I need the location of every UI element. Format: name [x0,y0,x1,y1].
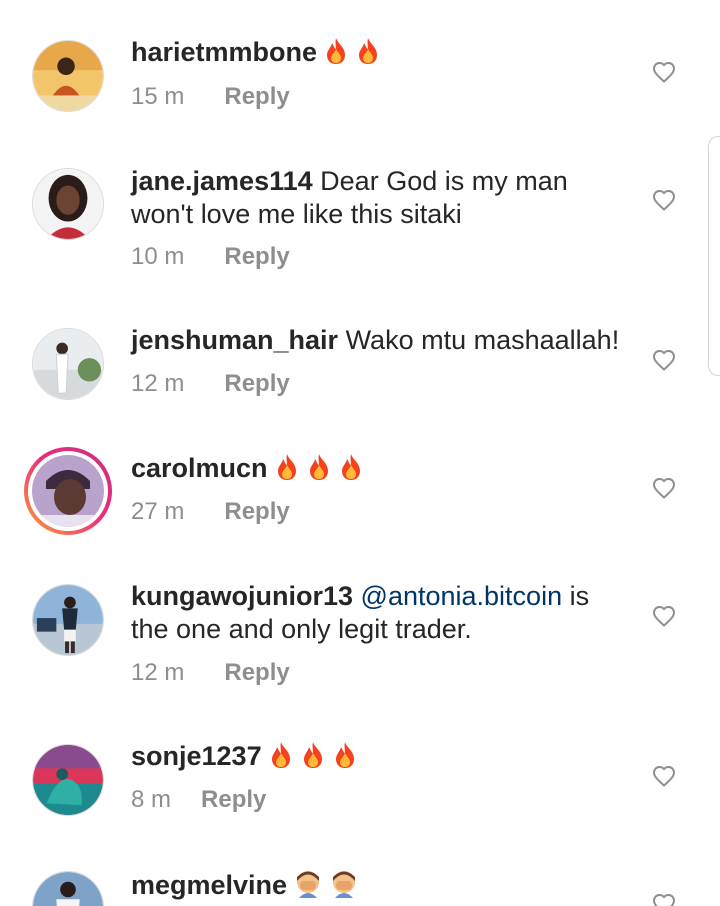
scroll-edge[interactable] [708,136,720,376]
comment-username[interactable]: jane.james114 [131,166,313,196]
heart-outline-icon[interactable] [652,349,676,371]
avatar-image [33,872,103,906]
avatar[interactable] [32,168,104,240]
fire-emoji [338,453,364,481]
avatar[interactable] [32,871,104,906]
comment-meta: 12 m Reply [131,370,290,398]
reply-button[interactable]: Reply [224,243,289,271]
avatar-image [33,169,103,239]
comment-body: megmelvine [131,868,621,902]
comment-time: 8 m [131,786,172,813]
fire-emoji [323,37,349,65]
face-palm-emoji [293,868,323,898]
avatar[interactable] [32,328,104,400]
fire-emoji [268,741,294,769]
fire-emoji [355,37,381,65]
avatar-image [33,41,103,111]
heart-outline-icon[interactable] [652,893,676,906]
fire-emoji [332,741,358,769]
comment-meta: 10 m Reply [131,243,290,271]
comment-username[interactable]: carolmucn [131,453,268,483]
heart-outline-icon[interactable] [652,189,676,211]
reply-button[interactable]: Reply [224,659,289,687]
comment-username[interactable]: jenshuman_hair [131,325,338,355]
comment-meta: 15 m Reply [131,83,290,111]
comment-username[interactable]: sonje1237 [131,741,262,771]
heart-outline-icon[interactable] [652,765,676,787]
reply-button[interactable]: Reply [224,498,289,526]
fire-emoji [300,741,326,769]
avatar-image [33,585,103,655]
avatar[interactable] [32,40,104,112]
heart-outline-icon[interactable] [652,61,676,83]
comment-meta: 12 m Reply [131,659,290,687]
reply-button[interactable]: Reply [201,786,266,814]
comments-screen: harietmmbone 15 m Reply jane.james114 Dea… [0,0,720,906]
fire-emoji [306,453,332,481]
reply-button[interactable]: Reply [224,370,289,398]
comment-meta: 27 m Reply [131,498,290,526]
fire-emoji [274,453,300,481]
face-palm-emoji [329,868,359,898]
avatar[interactable] [32,744,104,816]
comment-meta: 8 m Reply [131,786,266,814]
mention-link[interactable]: @antonia.bitcoin [361,581,563,611]
comment-text: Wako mtu mashaallah! [345,325,620,355]
comment-body: sonje1237 [131,740,621,773]
avatar[interactable] [32,584,104,656]
comment-time: 15 m [131,83,185,110]
comment-username[interactable]: kungawojunior13 [131,581,353,611]
comment-time: 10 m [131,243,185,270]
comment-time: 12 m [131,370,185,397]
reply-button[interactable]: Reply [224,83,289,111]
avatar-image [33,329,103,399]
avatar-image [33,745,103,815]
heart-outline-icon[interactable] [652,477,676,499]
avatar-image [28,451,108,531]
comment-time: 12 m [131,659,185,686]
comment-time: 27 m [131,498,185,525]
avatar-story-ring[interactable] [24,447,112,535]
heart-outline-icon[interactable] [652,605,676,627]
comment-body: jenshuman_hair Wako mtu mashaallah! [131,324,621,357]
comment-username[interactable]: megmelvine [131,870,287,900]
comment-username[interactable]: harietmmbone [131,37,317,67]
comment-body: jane.james114 Dear God is my man won't l… [131,165,621,231]
comment-body: harietmmbone [131,36,621,69]
comment-body: carolmucn [131,452,621,485]
comment-body: kungawojunior13 @antonia.bitcoin is the … [131,580,621,646]
